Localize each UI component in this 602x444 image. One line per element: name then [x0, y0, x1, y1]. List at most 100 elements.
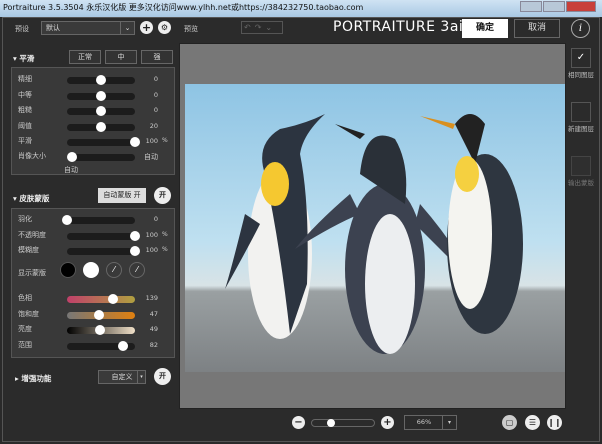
- slider-value: 20: [149, 121, 158, 130]
- add-preset-button[interactable]: +: [140, 21, 153, 34]
- cancel-button[interactable]: 取消: [514, 19, 560, 38]
- close-button[interactable]: [566, 1, 596, 12]
- preview-image: [185, 84, 565, 372]
- enhance-title: 增强功能: [21, 374, 52, 383]
- zoom-out-button[interactable]: −: [292, 416, 305, 429]
- mode-strong-button[interactable]: 强: [141, 50, 173, 64]
- eyedropper-plus-icon[interactable]: ⁄: [129, 262, 145, 278]
- slider-value: 0: [153, 90, 158, 99]
- skin-mask-section-header[interactable]: ▾ 皮肤蒙版: [13, 193, 49, 204]
- slider-value: 49: [149, 325, 158, 333]
- portrait-size-value: 自动: [144, 153, 158, 161]
- slider-label: 不透明度: [18, 230, 46, 239]
- skin-mask-title: 皮肤蒙版: [19, 194, 50, 203]
- show-mask-label: 显示蒙版: [18, 269, 46, 277]
- enhance-toggle[interactable]: 开: [154, 368, 171, 385]
- split-vertical-button[interactable]: ❙❙: [547, 415, 562, 430]
- logo: PORTRAITURE 3ai: [333, 19, 464, 35]
- skin-mask-panel: 羽化 0 不透明度 100% 模糊度 100% 显示蒙版 ⁄ ⁄ 色相 139 饱和度 47 亮度 49 范围…: [11, 208, 175, 358]
- slider-knob[interactable]: [93, 309, 104, 320]
- same-layer-label: 相同图层: [568, 71, 594, 79]
- split-horizontal-button[interactable]: ☰: [525, 415, 540, 430]
- slider-value: 0: [153, 215, 158, 223]
- slider-track[interactable]: [67, 106, 135, 116]
- slider-label: 色相: [18, 294, 32, 302]
- output-mask-checkbox[interactable]: [571, 156, 591, 176]
- app-window: 预设 默认 ⌄ + ⚙ 预览 ↶↷⌄ PORTRAITURE 3ai 确定 取消 …: [2, 17, 600, 442]
- slider-value: 82: [149, 340, 158, 349]
- slider-track[interactable]: [67, 340, 135, 351]
- undo-redo-buttons[interactable]: ↶↷⌄: [241, 21, 283, 34]
- slider-value: 0: [153, 106, 158, 114]
- slider-track[interactable]: [62, 215, 135, 225]
- slider-label: 亮度: [18, 325, 32, 333]
- slider-track[interactable]: [67, 246, 140, 256]
- slider-label: 粗糙: [18, 106, 32, 114]
- slider-track[interactable]: [67, 325, 135, 335]
- slider-knob[interactable]: [96, 75, 106, 85]
- smooth-title: 平滑: [19, 54, 35, 63]
- portrait-size-label: 肖像大小: [18, 152, 46, 160]
- portrait-size-sublabel: 自动: [64, 166, 78, 174]
- slider-unit: %: [162, 137, 168, 144]
- zoom-level-value: 66%: [416, 418, 432, 426]
- zoom-slider[interactable]: [311, 419, 375, 427]
- slider-label: 范围: [18, 340, 32, 349]
- single-view-button[interactable]: ▢: [502, 415, 517, 430]
- auto-mask-button[interactable]: 自动蒙版 开: [98, 188, 146, 203]
- slider-knob[interactable]: [95, 325, 106, 335]
- slider-track[interactable]: [67, 137, 140, 147]
- slider-knob[interactable]: [108, 294, 119, 304]
- slider-track[interactable]: [67, 309, 135, 320]
- mode-normal-button[interactable]: 正常: [69, 50, 101, 64]
- slider-label: 羽化: [18, 215, 32, 223]
- minimize-button[interactable]: [520, 1, 542, 12]
- slider-track[interactable]: [67, 230, 140, 241]
- portrait-size-slider[interactable]: [67, 152, 135, 162]
- chevron-down-icon: ⌄: [120, 22, 134, 34]
- ok-button[interactable]: 确定: [462, 19, 508, 38]
- same-layer-checkbox[interactable]: ✓: [571, 48, 591, 68]
- slider-unit: %: [162, 230, 168, 238]
- gear-icon[interactable]: ⚙: [158, 21, 171, 34]
- slider-knob[interactable]: [96, 106, 106, 116]
- enhance-preset-dropdown[interactable]: 自定义 ▾: [98, 370, 146, 384]
- maximize-button[interactable]: [543, 1, 565, 12]
- mode-medium-button[interactable]: 中: [105, 50, 137, 64]
- slider-track[interactable]: [67, 121, 135, 132]
- zoom-slider-knob[interactable]: [326, 419, 335, 427]
- preview-area[interactable]: [179, 43, 566, 409]
- slider-track[interactable]: [67, 90, 135, 101]
- slider-track[interactable]: [67, 294, 135, 304]
- enhance-preset-value: 自定义: [111, 373, 133, 381]
- preset-dropdown[interactable]: 默认 ⌄: [41, 21, 135, 35]
- slider-knob[interactable]: [117, 340, 128, 351]
- preset-value: 默认: [46, 24, 60, 32]
- slider-value: 0: [153, 75, 158, 83]
- slider-label: 中等: [18, 90, 32, 99]
- zoom-in-button[interactable]: +: [381, 416, 394, 429]
- new-layer-checkbox[interactable]: [571, 102, 591, 122]
- slider-knob[interactable]: [67, 152, 77, 162]
- slider-value: 47: [149, 309, 158, 318]
- slider-track[interactable]: [67, 75, 135, 85]
- penguins-image: [225, 114, 523, 354]
- slider-label: 阈值: [18, 121, 32, 130]
- slider-knob[interactable]: [96, 121, 106, 132]
- window-titlebar: Portraiture 3.5.3504 永乐汉化版 更多汉化访问www.ylh…: [0, 0, 602, 17]
- slider-value: 100: [145, 137, 158, 145]
- eyedropper-icon[interactable]: ⁄: [106, 262, 122, 278]
- slider-label: 平滑: [18, 137, 32, 145]
- smooth-section-header[interactable]: ▾ 平滑: [13, 53, 34, 64]
- zoom-level-dropdown[interactable]: 66% ▾: [404, 415, 457, 430]
- skin-mask-toggle[interactable]: 开: [154, 187, 171, 204]
- white-mask-button[interactable]: [83, 262, 99, 278]
- slider-label: 精细: [18, 75, 32, 83]
- black-mask-button[interactable]: [60, 262, 76, 278]
- slider-knob[interactable]: [96, 90, 106, 101]
- info-icon[interactable]: i: [571, 19, 590, 38]
- enhance-section-header[interactable]: ▸ 增强功能: [15, 373, 51, 384]
- output-mask-label: 输出蒙版: [568, 179, 594, 187]
- slider-knob[interactable]: [62, 215, 72, 225]
- preview-label: 预览: [184, 25, 198, 33]
